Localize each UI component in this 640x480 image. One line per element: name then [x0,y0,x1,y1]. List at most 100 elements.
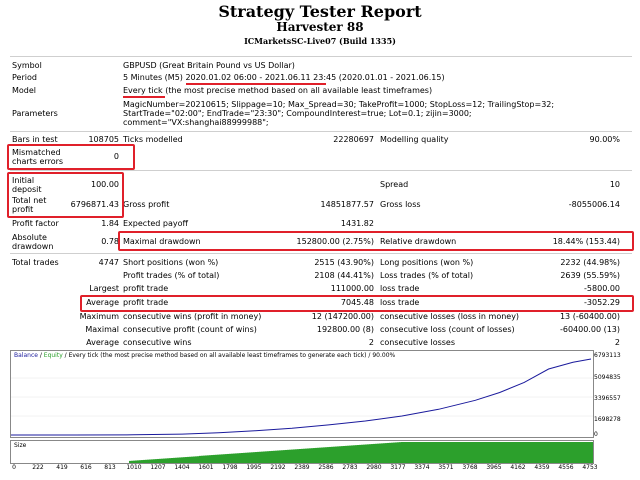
size-chart: Size [10,440,594,464]
max-cons-profit-label: consecutive profit (count of wins) [123,325,257,334]
size-bar [393,442,395,463]
x-tick: 3768 [462,464,478,471]
spread-label: Spread [380,180,409,189]
size-bar [413,442,415,463]
long-value: 2232 (44.98%) [560,258,620,267]
size-bar [295,449,297,463]
size-bar [495,442,497,463]
x-tick: 616 [80,464,92,471]
gross-profit-label: Gross profit [123,200,170,209]
size-bar [427,442,429,463]
size-bar [557,442,559,463]
size-bar [243,452,245,463]
size-bar [469,442,471,463]
size-bar [499,442,501,463]
expert-name: Harvester 88 [276,20,364,34]
size-bar [473,442,475,463]
size-bar [289,449,291,463]
size-bar [367,444,369,463]
size-bar [347,445,349,463]
largest-profit-label: profit trade [123,284,169,293]
size-label: Size [14,442,27,449]
size-bar [581,442,583,463]
size-bar [147,459,149,463]
size-bar [377,443,379,463]
size-bar [339,446,341,463]
size-bar [263,451,265,463]
maximum-label: Maximum [79,312,119,321]
size-bar [573,442,575,463]
size-bar [229,453,231,463]
size-bar [233,453,235,463]
size-bar [525,442,527,463]
size-bar [355,445,357,463]
legend-balance: Balance [14,352,38,359]
x-tick: 4753 [582,464,598,471]
size-bar [241,452,243,463]
size-bar [511,442,513,463]
x-tick: 2980 [366,464,382,471]
size-bar [551,442,553,463]
size-bar [129,460,131,463]
size-bar [505,442,507,463]
size-bar [181,457,183,463]
size-bar [293,449,295,463]
quality-value: 90.00% [589,135,620,144]
size-bar [343,445,345,463]
size-bar [565,442,567,463]
y-tick: 5094835 [594,374,621,381]
size-bar [563,442,565,463]
size-bar [353,445,355,463]
size-bar [399,442,401,463]
size-bar [199,455,201,463]
separator [10,253,632,254]
size-bar [433,442,435,463]
largest-profit-value: 111000.00 [330,284,374,293]
size-bar [373,443,375,463]
size-bar [273,450,275,463]
y-tick: 1698278 [594,416,621,423]
size-bar [415,442,417,463]
size-bar [159,458,161,463]
x-tick: 419 [56,464,68,471]
size-bar [521,442,523,463]
size-bar [203,455,205,463]
size-bar [385,443,387,463]
x-tick: 1798 [222,464,238,471]
size-bar [331,446,333,463]
size-bar [465,442,467,463]
balance-chart-canvas [11,358,593,436]
size-bar [439,442,441,463]
size-bar [285,449,287,463]
size-bar [187,456,189,463]
size-bar [265,451,267,463]
size-bar [283,450,285,463]
size-bar [337,446,339,463]
x-tick: 4359 [534,464,550,471]
size-bar [297,449,299,463]
size-bar [211,455,213,463]
chart-legend: Balance / Equity / Every tick (the most … [14,352,395,359]
abs-drawdown-label-2: drawdown [12,242,54,251]
size-bar [281,450,283,463]
size-bar [445,442,447,463]
max-cons-losses-value: 13 (-60400.00) [559,312,620,321]
short-label: Short positions (won %) [123,258,219,267]
size-bar [401,442,403,463]
parameters-label: Parameters [12,109,58,118]
size-bar [585,442,587,463]
server-name: ICMarketsSC-Live07 (Build 1335) [244,36,396,46]
size-bar [555,442,557,463]
size-bar [341,446,343,463]
size-bar [409,442,411,463]
size-bar [319,447,321,463]
size-bar [235,453,237,463]
size-bar [321,447,323,463]
size-bar [279,450,281,463]
size-bar [313,448,315,463]
size-bar [361,444,363,463]
ticks-value: 22280697 [333,135,374,144]
size-bar [209,455,211,463]
max-cons-wins-label: consecutive wins (profit in money) [123,312,262,321]
highlight-drawdown [118,231,634,251]
